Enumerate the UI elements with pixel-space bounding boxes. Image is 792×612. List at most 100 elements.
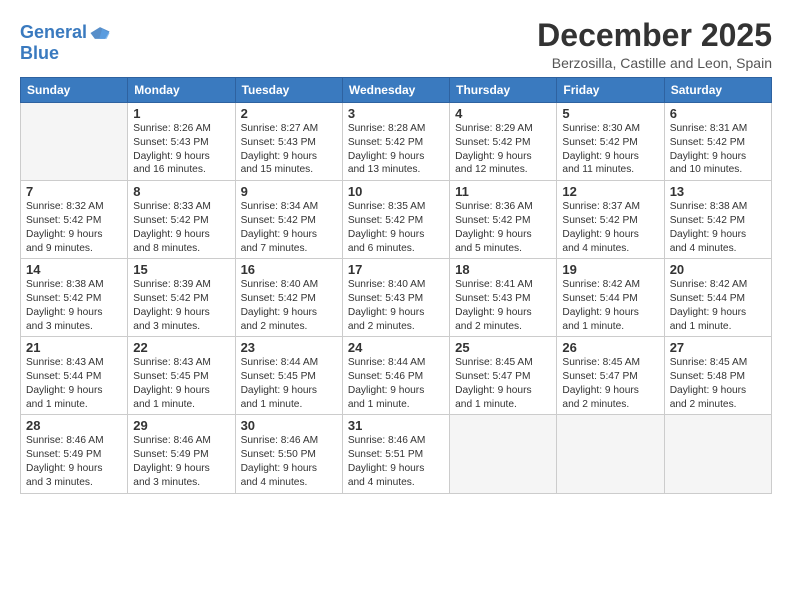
calendar-cell: 30Sunrise: 8:46 AM Sunset: 5:50 PM Dayli… xyxy=(235,415,342,493)
day-info: Sunrise: 8:39 AM Sunset: 5:42 PM Dayligh… xyxy=(133,278,229,333)
calendar-cell: 20Sunrise: 8:42 AM Sunset: 5:44 PM Dayli… xyxy=(664,259,771,337)
day-number: 8 xyxy=(133,184,229,199)
col-header-tuesday: Tuesday xyxy=(235,78,342,103)
day-number: 21 xyxy=(26,340,122,355)
calendar-cell: 2Sunrise: 8:27 AM Sunset: 5:43 PM Daylig… xyxy=(235,103,342,181)
day-info: Sunrise: 8:30 AM Sunset: 5:42 PM Dayligh… xyxy=(562,122,658,177)
calendar-cell: 18Sunrise: 8:41 AM Sunset: 5:43 PM Dayli… xyxy=(450,259,557,337)
calendar-week-4: 21Sunrise: 8:43 AM Sunset: 5:44 PM Dayli… xyxy=(21,337,772,415)
calendar-cell: 28Sunrise: 8:46 AM Sunset: 5:49 PM Dayli… xyxy=(21,415,128,493)
calendar-cell xyxy=(21,103,128,181)
calendar-cell: 9Sunrise: 8:34 AM Sunset: 5:42 PM Daylig… xyxy=(235,181,342,259)
day-info: Sunrise: 8:34 AM Sunset: 5:42 PM Dayligh… xyxy=(241,200,337,255)
calendar-cell: 23Sunrise: 8:44 AM Sunset: 5:45 PM Dayli… xyxy=(235,337,342,415)
header: General Blue December 2025 Berzosilla, C… xyxy=(20,18,772,71)
subtitle: Berzosilla, Castille and Leon, Spain xyxy=(537,55,772,71)
day-number: 29 xyxy=(133,418,229,433)
col-header-friday: Friday xyxy=(557,78,664,103)
calendar-cell: 13Sunrise: 8:38 AM Sunset: 5:42 PM Dayli… xyxy=(664,181,771,259)
calendar-cell: 12Sunrise: 8:37 AM Sunset: 5:42 PM Dayli… xyxy=(557,181,664,259)
day-info: Sunrise: 8:33 AM Sunset: 5:42 PM Dayligh… xyxy=(133,200,229,255)
logo-text2: Blue xyxy=(20,44,111,64)
month-title: December 2025 xyxy=(537,18,772,53)
logo-text: General xyxy=(20,23,87,43)
calendar-cell: 11Sunrise: 8:36 AM Sunset: 5:42 PM Dayli… xyxy=(450,181,557,259)
day-number: 5 xyxy=(562,106,658,121)
day-number: 28 xyxy=(26,418,122,433)
logo: General Blue xyxy=(20,22,111,64)
day-number: 30 xyxy=(241,418,337,433)
day-number: 18 xyxy=(455,262,551,277)
day-info: Sunrise: 8:38 AM Sunset: 5:42 PM Dayligh… xyxy=(670,200,766,255)
day-info: Sunrise: 8:43 AM Sunset: 5:44 PM Dayligh… xyxy=(26,356,122,411)
calendar-cell: 6Sunrise: 8:31 AM Sunset: 5:42 PM Daylig… xyxy=(664,103,771,181)
day-number: 10 xyxy=(348,184,444,199)
page: General Blue December 2025 Berzosilla, C… xyxy=(0,0,792,612)
calendar-cell: 21Sunrise: 8:43 AM Sunset: 5:44 PM Dayli… xyxy=(21,337,128,415)
day-number: 24 xyxy=(348,340,444,355)
day-number: 13 xyxy=(670,184,766,199)
calendar-cell: 1Sunrise: 8:26 AM Sunset: 5:43 PM Daylig… xyxy=(128,103,235,181)
day-number: 3 xyxy=(348,106,444,121)
calendar-cell xyxy=(557,415,664,493)
day-info: Sunrise: 8:31 AM Sunset: 5:42 PM Dayligh… xyxy=(670,122,766,177)
day-info: Sunrise: 8:37 AM Sunset: 5:42 PM Dayligh… xyxy=(562,200,658,255)
day-info: Sunrise: 8:46 AM Sunset: 5:51 PM Dayligh… xyxy=(348,434,444,489)
calendar-cell: 31Sunrise: 8:46 AM Sunset: 5:51 PM Dayli… xyxy=(342,415,449,493)
day-info: Sunrise: 8:42 AM Sunset: 5:44 PM Dayligh… xyxy=(670,278,766,333)
day-number: 23 xyxy=(241,340,337,355)
day-number: 9 xyxy=(241,184,337,199)
calendar-cell: 19Sunrise: 8:42 AM Sunset: 5:44 PM Dayli… xyxy=(557,259,664,337)
calendar-cell: 22Sunrise: 8:43 AM Sunset: 5:45 PM Dayli… xyxy=(128,337,235,415)
day-number: 27 xyxy=(670,340,766,355)
day-info: Sunrise: 8:28 AM Sunset: 5:42 PM Dayligh… xyxy=(348,122,444,177)
day-number: 7 xyxy=(26,184,122,199)
day-number: 26 xyxy=(562,340,658,355)
day-info: Sunrise: 8:44 AM Sunset: 5:45 PM Dayligh… xyxy=(241,356,337,411)
day-info: Sunrise: 8:44 AM Sunset: 5:46 PM Dayligh… xyxy=(348,356,444,411)
logo-icon xyxy=(89,22,111,44)
calendar-week-5: 28Sunrise: 8:46 AM Sunset: 5:49 PM Dayli… xyxy=(21,415,772,493)
day-info: Sunrise: 8:35 AM Sunset: 5:42 PM Dayligh… xyxy=(348,200,444,255)
day-info: Sunrise: 8:40 AM Sunset: 5:42 PM Dayligh… xyxy=(241,278,337,333)
day-number: 2 xyxy=(241,106,337,121)
day-info: Sunrise: 8:43 AM Sunset: 5:45 PM Dayligh… xyxy=(133,356,229,411)
calendar-cell: 8Sunrise: 8:33 AM Sunset: 5:42 PM Daylig… xyxy=(128,181,235,259)
day-number: 12 xyxy=(562,184,658,199)
day-info: Sunrise: 8:46 AM Sunset: 5:49 PM Dayligh… xyxy=(26,434,122,489)
day-info: Sunrise: 8:46 AM Sunset: 5:49 PM Dayligh… xyxy=(133,434,229,489)
calendar-cell: 16Sunrise: 8:40 AM Sunset: 5:42 PM Dayli… xyxy=(235,259,342,337)
day-number: 4 xyxy=(455,106,551,121)
day-number: 1 xyxy=(133,106,229,121)
col-header-wednesday: Wednesday xyxy=(342,78,449,103)
day-info: Sunrise: 8:42 AM Sunset: 5:44 PM Dayligh… xyxy=(562,278,658,333)
day-number: 20 xyxy=(670,262,766,277)
day-info: Sunrise: 8:27 AM Sunset: 5:43 PM Dayligh… xyxy=(241,122,337,177)
col-header-saturday: Saturday xyxy=(664,78,771,103)
day-number: 25 xyxy=(455,340,551,355)
calendar-cell: 29Sunrise: 8:46 AM Sunset: 5:49 PM Dayli… xyxy=(128,415,235,493)
day-number: 22 xyxy=(133,340,229,355)
col-header-monday: Monday xyxy=(128,78,235,103)
calendar-cell: 14Sunrise: 8:38 AM Sunset: 5:42 PM Dayli… xyxy=(21,259,128,337)
day-info: Sunrise: 8:45 AM Sunset: 5:47 PM Dayligh… xyxy=(562,356,658,411)
calendar-cell: 10Sunrise: 8:35 AM Sunset: 5:42 PM Dayli… xyxy=(342,181,449,259)
calendar-week-3: 14Sunrise: 8:38 AM Sunset: 5:42 PM Dayli… xyxy=(21,259,772,337)
day-number: 6 xyxy=(670,106,766,121)
calendar-cell xyxy=(664,415,771,493)
day-number: 17 xyxy=(348,262,444,277)
day-number: 19 xyxy=(562,262,658,277)
calendar-cell: 17Sunrise: 8:40 AM Sunset: 5:43 PM Dayli… xyxy=(342,259,449,337)
calendar-header-row: SundayMondayTuesdayWednesdayThursdayFrid… xyxy=(21,78,772,103)
day-number: 16 xyxy=(241,262,337,277)
day-info: Sunrise: 8:29 AM Sunset: 5:42 PM Dayligh… xyxy=(455,122,551,177)
day-info: Sunrise: 8:26 AM Sunset: 5:43 PM Dayligh… xyxy=(133,122,229,177)
calendar-cell: 26Sunrise: 8:45 AM Sunset: 5:47 PM Dayli… xyxy=(557,337,664,415)
col-header-sunday: Sunday xyxy=(21,78,128,103)
day-info: Sunrise: 8:40 AM Sunset: 5:43 PM Dayligh… xyxy=(348,278,444,333)
day-info: Sunrise: 8:32 AM Sunset: 5:42 PM Dayligh… xyxy=(26,200,122,255)
calendar-cell: 4Sunrise: 8:29 AM Sunset: 5:42 PM Daylig… xyxy=(450,103,557,181)
day-info: Sunrise: 8:46 AM Sunset: 5:50 PM Dayligh… xyxy=(241,434,337,489)
calendar-cell: 27Sunrise: 8:45 AM Sunset: 5:48 PM Dayli… xyxy=(664,337,771,415)
calendar-cell: 24Sunrise: 8:44 AM Sunset: 5:46 PM Dayli… xyxy=(342,337,449,415)
